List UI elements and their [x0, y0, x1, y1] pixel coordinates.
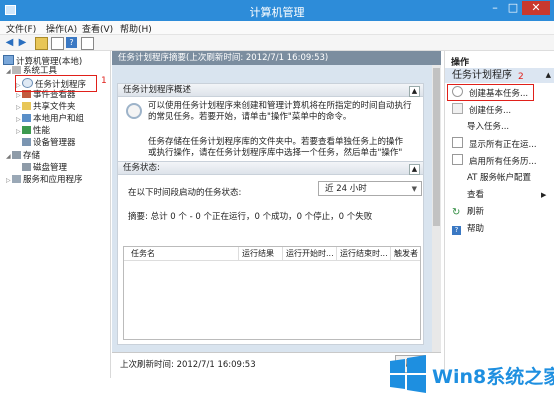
col-header[interactable]: 运行结果 — [238, 247, 274, 261]
clock-icon — [126, 103, 142, 119]
status-panel-header[interactable]: 任务状态: ▲ — [117, 161, 424, 175]
table-header: 任务名 运行结果 运行开始时... 运行结束时... 触发者 — [124, 247, 420, 261]
watermark-text: Win8系统之家 — [432, 366, 554, 388]
tree-device-manager[interactable]: 设备管理器 — [22, 138, 76, 149]
overview-text: 可以使用任务计划程序来创建和管理计算机将在所指定的时间自动执行的常见任务。若要开… — [148, 101, 412, 122]
folder-up-icon[interactable] — [35, 37, 48, 50]
overview-text: 或执行操作，请在任务计划程序库中选择一个任务，然后单击"操作" — [148, 148, 403, 158]
status-range-label: 在以下时间段启动的任务状态: — [128, 188, 242, 198]
refresh-icon: ↻ — [452, 207, 461, 218]
action-show-running[interactable]: 显示所有正在运... — [445, 137, 554, 151]
action-create-task[interactable]: 创建任务... — [445, 103, 554, 117]
tree-local-users[interactable]: ▷ 本地用户和组 — [16, 114, 84, 125]
services-icon — [12, 175, 21, 183]
collapse-icon[interactable]: ▲ — [409, 164, 420, 175]
performance-icon — [22, 126, 31, 134]
status-panel: 在以下时间段启动的任务状态: 近 24 小时 ▼ 摘要: 总计 0 个 - 0 … — [117, 175, 424, 345]
show-tree-icon[interactable] — [51, 37, 64, 50]
status-summary: 摘要: 总计 0 个 - 0 个正在运行，0 个成功，0 个停止，0 个失败 — [128, 212, 373, 222]
annotation-label: 1 — [101, 76, 107, 86]
highlight-box — [15, 75, 97, 92]
minimize-button[interactable]: – — [486, 1, 504, 15]
blank-icon — [452, 189, 461, 198]
actions-pane: 操作 任务计划程序 ▲ 创建基本任务... 创建任务... 导入任务... 显示… — [444, 51, 554, 378]
menu-bar: 文件(F) 操作(A) 查看(V) 帮助(H) — [0, 21, 554, 35]
back-icon[interactable]: ◀ — [4, 37, 15, 48]
overview-text: 任务存储在任务计划程序库的文件夹中。若要查看单独任务上的操作 — [148, 137, 404, 147]
submenu-arrow-icon: ▶ — [541, 191, 547, 199]
col-header[interactable]: 运行开始时... — [282, 247, 334, 261]
device-manager-icon — [22, 138, 31, 146]
history-icon — [452, 154, 463, 165]
overview-panel: 可以使用任务计划程序来创建和管理计算机将在所指定的时间自动执行的常见任务。若要开… — [117, 97, 424, 163]
tree-services-apps[interactable]: ▷ 服务和应用程序 — [6, 175, 83, 186]
title-bar: 计算机管理 – □ ✕ — [0, 0, 554, 21]
blank-icon — [452, 172, 461, 181]
tree-storage[interactable]: ◢ 存储 — [6, 151, 40, 162]
computer-icon — [3, 55, 14, 65]
action-view[interactable]: 查看 ▶ — [445, 188, 554, 202]
tree-shared-folders[interactable]: ▷ 共享文件夹 — [16, 102, 76, 113]
watermark: Win8系统之家 — [386, 352, 554, 397]
disk-icon — [22, 163, 31, 171]
tree-disk-management[interactable]: 磁盘管理 — [22, 163, 67, 174]
navigation-tree: 计算机管理(本地) ◢ 系统工具 ▷ 任务计划程序 ▷ 事件查看器 ▷ 共享文件夹 ▷ 本… — [0, 51, 111, 378]
properties-icon[interactable] — [81, 37, 94, 50]
storage-icon — [12, 151, 21, 159]
last-refresh-time: 上次刷新时间: 2012/7/1 16:09:53 — [120, 360, 256, 370]
task-icon — [452, 103, 463, 114]
action-at-service[interactable]: AT 服务帐户配置 — [445, 171, 554, 185]
menu-view[interactable]: 查看(V) — [82, 22, 113, 35]
shared-folder-icon — [22, 102, 31, 110]
window-title: 计算机管理 — [249, 6, 305, 19]
chevron-down-icon: ▼ — [411, 185, 417, 193]
status-range-select[interactable]: 近 24 小时 ▼ — [318, 181, 422, 196]
tree-performance[interactable]: ▷ 性能 — [16, 126, 50, 137]
help-icon[interactable]: ? — [66, 37, 77, 48]
annotation-label: 2 — [518, 72, 524, 82]
action-import-task[interactable]: 导入任务... — [445, 120, 554, 134]
highlight-box — [447, 84, 534, 101]
menu-help[interactable]: 帮助(H) — [120, 22, 152, 35]
col-header[interactable]: 运行结束时... — [336, 247, 388, 261]
overview-panel-header[interactable]: 任务计划程序概述 ▲ — [117, 83, 424, 97]
action-refresh[interactable]: ↻ 刷新 — [445, 205, 554, 219]
menu-file[interactable]: 文件(F) — [6, 22, 36, 35]
users-icon — [22, 114, 31, 122]
list-icon — [452, 137, 463, 148]
action-enable-history[interactable]: 启用所有任务历... — [445, 154, 554, 168]
help-icon: ? — [452, 226, 461, 235]
summary-header: 任务计划程序摘要(上次刷新时间: 2012/7/1 16:09:53) — [112, 51, 441, 65]
actions-section[interactable]: 任务计划程序 ▲ — [445, 68, 554, 83]
toolbar: ◀ ▶ ? — [0, 35, 554, 51]
windows-logo-icon — [390, 355, 426, 393]
maximize-button[interactable]: □ — [504, 1, 522, 15]
col-header[interactable]: 任务名 — [131, 247, 155, 261]
tools-icon — [12, 66, 21, 74]
task-table: 任务名 运行结果 运行开始时... 运行结束时... 触发者 — [123, 246, 421, 340]
collapse-icon[interactable]: ▲ — [546, 68, 551, 83]
tree-root[interactable]: 计算机管理(本地) — [3, 55, 82, 67]
action-help[interactable]: ? 帮助 — [445, 222, 554, 236]
collapse-icon[interactable]: ▲ — [409, 86, 420, 97]
forward-icon[interactable]: ▶ — [17, 37, 28, 48]
close-button[interactable]: ✕ — [522, 1, 550, 15]
blank-icon — [452, 121, 461, 130]
menu-action[interactable]: 操作(A) — [46, 22, 77, 35]
actions-header: 操作 — [451, 58, 470, 68]
col-header[interactable]: 触发者 — [390, 247, 418, 261]
scrollbar-thumb[interactable] — [433, 68, 440, 226]
